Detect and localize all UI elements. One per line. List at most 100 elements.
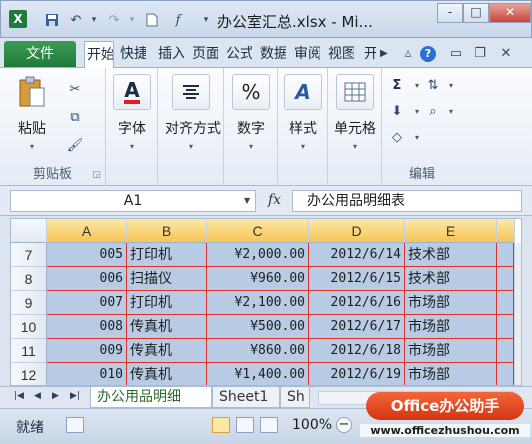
zoom-out-icon[interactable]: − [336, 417, 352, 433]
column-header-a[interactable]: A [47, 219, 127, 243]
tab-view[interactable]: 视图 [326, 43, 354, 69]
autosum-icon[interactable]: Σ [386, 76, 408, 96]
chevron-down-icon[interactable]: ▾ [277, 142, 329, 151]
row-header[interactable]: 12 [11, 363, 47, 385]
zoom-level[interactable]: 100% [292, 417, 332, 433]
row-header[interactable]: 7 [11, 243, 47, 267]
save-icon[interactable] [43, 11, 61, 29]
alignment-button[interactable]: 对齐方式 ▾ [165, 74, 221, 151]
tab-page-layout[interactable]: 页面 [190, 43, 218, 69]
column-header-e[interactable]: E [405, 219, 497, 243]
page-layout-view-icon[interactable] [236, 417, 254, 433]
chevron-down-icon[interactable]: ▼ [244, 196, 250, 205]
minimize-button[interactable]: - [437, 3, 463, 23]
chevron-down-icon[interactable]: ▾ [440, 76, 462, 96]
tab-home[interactable]: 开始 [84, 41, 114, 69]
cell-e[interactable]: 市场部 [405, 291, 497, 315]
cell-c[interactable]: ¥2,100.00 [207, 291, 309, 315]
paste-button[interactable]: 粘贴 ▾ [6, 74, 58, 151]
column-header-c[interactable]: C [207, 219, 309, 243]
styles-button[interactable]: A 样式 ▾ [277, 74, 329, 151]
tab-scroll-right-icon[interactable]: ▶ [380, 48, 388, 59]
chevron-down-icon[interactable]: ▾ [123, 11, 141, 29]
chevron-down-icon[interactable]: ▾ [106, 142, 158, 151]
function-icon[interactable]: f [169, 11, 187, 29]
help-icon[interactable]: ? [420, 46, 436, 62]
vertical-scrollbar[interactable] [514, 243, 521, 385]
tab-data[interactable]: 数据 [258, 43, 286, 69]
cell-f[interactable] [497, 339, 514, 363]
tab-file[interactable]: 文件 [4, 41, 76, 67]
tab-insert[interactable]: 插入 [156, 43, 184, 69]
cell-c[interactable]: ¥1,400.00 [207, 363, 309, 385]
cell-e[interactable]: 市场部 [405, 363, 497, 385]
formula-input[interactable]: 办公用品明细表 [292, 190, 522, 212]
ribbon-collapse-icon[interactable]: ▵ [400, 46, 416, 62]
cell-f[interactable] [497, 243, 514, 267]
close-button[interactable]: ✕ [489, 3, 531, 23]
cell-b[interactable]: 传真机 [127, 339, 207, 363]
cell-a[interactable]: 010 [47, 363, 127, 385]
excel-icon[interactable]: X [9, 10, 27, 28]
tab-review[interactable]: 审阅 [292, 43, 320, 69]
chevron-down-icon[interactable]: ▾ [165, 142, 217, 151]
chevron-down-icon[interactable]: ▾ [225, 142, 277, 151]
insert-function-icon[interactable]: fx [268, 192, 281, 208]
cell-a[interactable]: 006 [47, 267, 127, 291]
cell-d[interactable]: 2012/6/15 [309, 267, 405, 291]
chevron-down-icon[interactable]: ▾ [85, 11, 103, 29]
redo-icon[interactable]: ↷ [105, 11, 123, 29]
cell-d[interactable]: 2012/6/14 [309, 243, 405, 267]
undo-icon[interactable]: ↶ [67, 11, 85, 29]
copy-icon[interactable]: ⧉ [64, 108, 86, 128]
cell-d[interactable]: 2012/6/18 [309, 339, 405, 363]
restore-button[interactable]: □ [463, 3, 489, 23]
cell-f[interactable] [497, 363, 514, 385]
worksheet-grid[interactable]: A B C D E 7 005 打印机 ¥2,000.00 2012/6/14 技术部 8 0… [10, 218, 522, 386]
cell-d[interactable]: 2012/6/19 [309, 363, 405, 385]
normal-view-icon[interactable] [212, 417, 230, 433]
chevron-down-icon[interactable]: ▾ [406, 128, 428, 148]
cell-e[interactable]: 技术部 [405, 243, 497, 267]
row-header[interactable]: 11 [11, 339, 47, 363]
chevron-down-icon[interactable]: ▾ [329, 142, 381, 151]
sheet-tab-detail[interactable]: 办公用品明细 [90, 387, 212, 408]
cell-e[interactable]: 技术部 [405, 267, 497, 291]
cell-b[interactable]: 扫描仪 [127, 267, 207, 291]
page-break-view-icon[interactable] [260, 417, 278, 433]
cell-a[interactable]: 009 [47, 339, 127, 363]
macro-record-icon[interactable] [66, 417, 84, 433]
tab-developer[interactable]: 开发 [362, 43, 376, 69]
format-painter-icon[interactable]: 🖌 [64, 136, 86, 156]
number-button[interactable]: % 数字 ▾ [225, 74, 277, 151]
cell-b[interactable]: 传真机 [127, 363, 207, 385]
row-header[interactable]: 9 [11, 291, 47, 315]
workbook-close-icon[interactable]: ✕ [498, 46, 514, 62]
cell-c[interactable]: ¥500.00 [207, 315, 309, 339]
next-sheet-icon[interactable]: ▶ [52, 391, 59, 401]
sheet-tab-sheet2[interactable]: Sh [280, 387, 310, 408]
cell-f[interactable] [497, 315, 514, 339]
clear-icon[interactable]: ◇ [386, 128, 408, 148]
cell-e[interactable]: 市场部 [405, 339, 497, 363]
column-header-d[interactable]: D [309, 219, 405, 243]
tab-quick[interactable]: 快捷 [118, 43, 146, 69]
cell-a[interactable]: 005 [47, 243, 127, 267]
cell-d[interactable]: 2012/6/16 [309, 291, 405, 315]
prev-sheet-icon[interactable]: ◀ [34, 391, 41, 401]
last-sheet-icon[interactable]: ▶| [70, 391, 80, 401]
column-header-f[interactable] [497, 219, 515, 243]
cells-button[interactable]: 单元格 ▾ [329, 74, 381, 151]
tab-formulas[interactable]: 公式 [224, 43, 252, 69]
first-sheet-icon[interactable]: |◀ [14, 391, 24, 401]
cell-a[interactable]: 007 [47, 291, 127, 315]
workbook-minimize-icon[interactable]: ▭ [448, 46, 464, 62]
row-header[interactable]: 10 [11, 315, 47, 339]
cell-f[interactable] [497, 267, 514, 291]
font-button[interactable]: A 字体 ▾ [106, 74, 158, 151]
cell-c[interactable]: ¥2,000.00 [207, 243, 309, 267]
row-header[interactable]: 8 [11, 267, 47, 291]
cell-c[interactable]: ¥860.00 [207, 339, 309, 363]
cell-b[interactable]: 打印机 [127, 291, 207, 315]
cut-icon[interactable]: ✂ [64, 80, 86, 100]
